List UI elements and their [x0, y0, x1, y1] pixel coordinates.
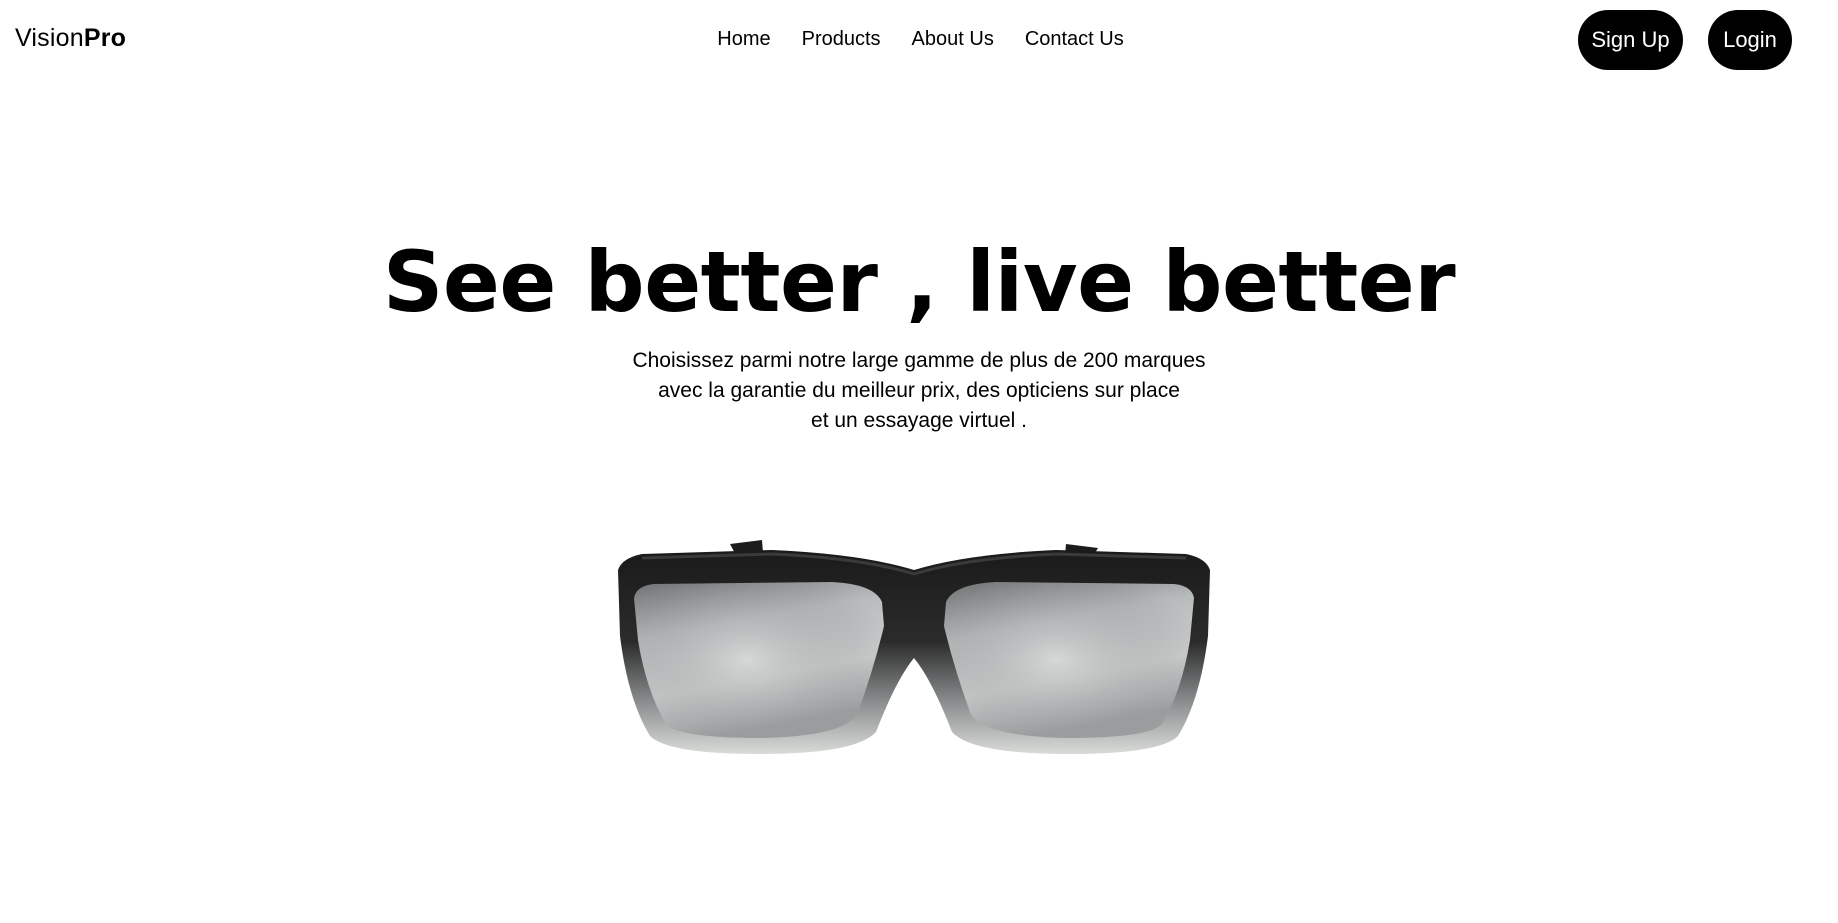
hero-subtitle: Choisissez parmi notre large gamme de pl…: [0, 346, 1838, 436]
hero-subtitle-line: avec la garantie du meilleur prix, des o…: [658, 379, 1180, 402]
brand-name-regular: Vision: [15, 24, 84, 52]
main-nav: Home Products About Us Contact Us: [0, 24, 1838, 54]
login-button[interactable]: Login: [1708, 10, 1792, 70]
landing-page: VisionPro Home Products About Us Contact…: [0, 0, 1838, 923]
nav-links: Home Products About Us Contact Us: [717, 24, 1124, 54]
nav-item-home[interactable]: Home: [717, 24, 770, 54]
sign-up-button[interactable]: Sign Up: [1578, 10, 1683, 70]
nav-item-contact-us[interactable]: Contact Us: [1025, 24, 1124, 54]
hero-title: See better , live better: [382, 233, 1456, 331]
nav-item-about-us[interactable]: About Us: [912, 24, 994, 54]
sunglasses-image: [618, 540, 1210, 754]
hero-subtitle-line: et un essayage virtuel .: [811, 409, 1027, 432]
hero-subtitle-line: Choisissez parmi notre large gamme de pl…: [632, 349, 1206, 372]
nav-item-products[interactable]: Products: [802, 24, 881, 54]
brand-logo[interactable]: VisionPro: [15, 22, 126, 54]
brand-name-bold: Pro: [83, 24, 127, 52]
